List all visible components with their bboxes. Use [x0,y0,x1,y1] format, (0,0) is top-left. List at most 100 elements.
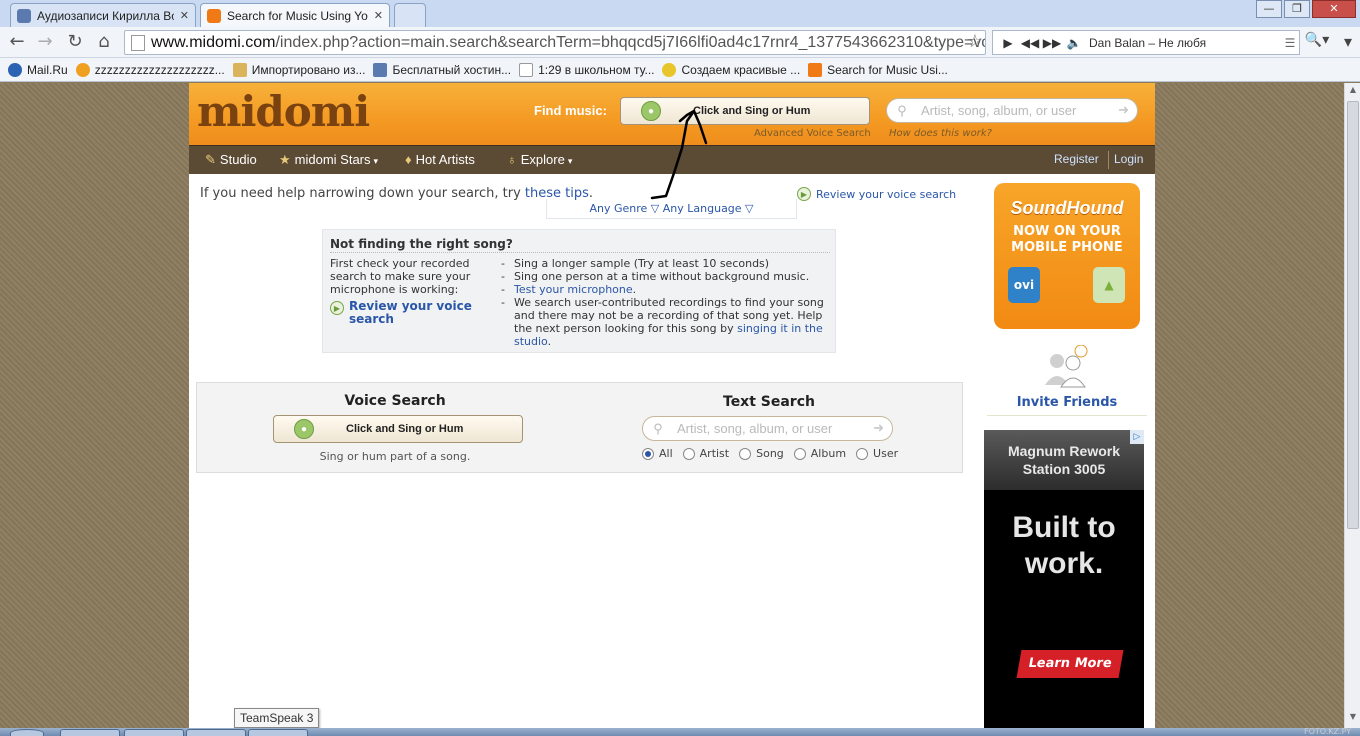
radio-album[interactable]: Album [793,447,847,460]
new-tab-button[interactable] [394,3,426,27]
header-search-input[interactable]: ⚲ Artist, song, album, or user ➜ [886,98,1138,123]
nav-label: midomi Stars [294,152,371,167]
bookmark-star-icon[interactable]: ☆ [967,31,983,52]
taskbar-item[interactable] [124,729,184,736]
forward-button[interactable]: → [34,32,56,54]
folder-icon [232,62,247,77]
radio-artist[interactable]: Artist [682,447,730,460]
tab-title: Search for Music Using Yo [227,8,368,23]
address-bar[interactable]: www.midomi.com/index.php?action=main.sea… [124,30,986,55]
radio-dot [793,447,806,460]
vertical-scrollbar[interactable]: ▲ ▼ [1344,83,1360,728]
taskbar-item[interactable] [248,729,308,736]
radio-all[interactable]: All [642,447,673,460]
help-text: If you need help narrowing down your sea… [200,186,525,201]
close-icon[interactable]: ✕ [180,9,189,22]
nav-explore[interactable]: ♁ Explore ▾ [507,152,572,167]
scroll-down-icon[interactable]: ▼ [1345,712,1360,726]
bookmark-school[interactable]: 1:29 в школьном ту... [519,62,655,77]
voice-search-button[interactable]: ● Click and Sing or Hum [273,415,523,443]
register-link[interactable]: Register [1054,152,1099,166]
test-microphone-link[interactable]: Test your microphone [514,283,633,296]
soundhound-ad[interactable]: SoundHound NOW ON YOUR MOBILE PHONE ovi … [994,183,1140,329]
pen-icon: ✎ [205,152,216,167]
how-it-works-link[interactable]: How does this work? [889,128,992,139]
text-search-title: Text Search [723,394,815,410]
apple-icon [1051,267,1083,303]
volume-icon[interactable]: 🔈 [1063,36,1085,50]
tips-intro: First check your recorded search to make… [330,257,471,296]
radio-user[interactable]: User [856,447,898,460]
right-sidebar: SoundHound NOW ON YOUR MOBILE PHONE ovi … [979,175,1155,728]
minimize-button[interactable]: — [1256,0,1282,18]
taskbar-item[interactable] [186,729,246,736]
bookmark-label: 1:29 в школьном ту... [538,62,655,77]
play-icon[interactable]: ▶ [997,36,1019,50]
page-icon [131,34,145,51]
android-icon: ▲ [1093,267,1125,303]
radio-label: Artist [699,447,730,460]
radio-label: Album [810,447,847,460]
review-voice-search-link[interactable]: ▶ Review your voice search [797,187,956,201]
reload-button[interactable]: ↻ [64,32,86,54]
chevron-down-icon: ▾ [373,156,379,166]
previous-track-icon[interactable]: ◀◀ [1019,36,1041,50]
search-placeholder: Artist, song, album, or user [677,421,833,436]
search-icon: ⚲ [653,420,663,436]
scroll-thumb[interactable] [1347,101,1359,529]
start-button[interactable] [10,729,44,736]
tip-text: Sing one person at a time without backgr… [514,270,810,283]
home-button[interactable]: ⌂ [93,32,115,54]
tips-list: Sing a longer sample (Try at least 10 se… [501,257,831,348]
close-window-button[interactable]: ✕ [1312,0,1356,18]
scroll-up-icon[interactable]: ▲ [1345,85,1360,99]
bookmark-folder-imported[interactable]: Импортировано из... [232,62,365,77]
drawn-arrow-annotation [650,109,708,200]
bookmark-label: Search for Music Usi... [827,62,948,77]
next-track-icon[interactable]: ▶▶ [1041,36,1063,50]
ad-choices-icon[interactable]: ▷ [1130,430,1144,444]
ad-slogan: Built to work. [1012,511,1116,580]
taskbar-item[interactable] [60,729,120,736]
bookmark-label: zzzzzzzzzzzzzzzzzzzz... [94,62,225,77]
help-message: If you need help narrowing down your sea… [200,186,593,201]
nav-studio[interactable]: ✎ Studio [205,152,257,168]
midomi-logo[interactable]: midomi [197,87,370,136]
invite-friends[interactable]: Invite Friends [979,345,1155,417]
radio-dot [682,447,695,460]
go-arrow-icon[interactable]: ➜ [1118,102,1129,118]
advanced-voice-search-link[interactable]: Advanced Voice Search [754,128,871,139]
maximize-button[interactable]: ❐ [1284,0,1310,18]
text-search-input[interactable]: ⚲ Artist, song, album, or user ➜ [642,416,893,441]
bookmark-create[interactable]: Создаем красивые ... [662,62,800,77]
tips-review-link[interactable]: ▶ Review your voice search [330,300,490,326]
radio-song[interactable]: Song [739,447,784,460]
back-button[interactable]: ← [6,32,28,54]
wrench-menu-icon[interactable]: ▾ [1338,32,1358,54]
bookmark-mailru[interactable]: Mail.Ru [8,62,68,77]
language-filter[interactable]: Any Language ▽ [663,202,754,215]
radio-label: Song [756,447,784,460]
close-icon[interactable]: ✕ [374,9,383,22]
player-menu-icon[interactable]: ☰ [1281,36,1299,50]
radiation-icon [662,62,677,77]
login-link[interactable]: Login [1114,152,1143,166]
tip-text: Sing a longer sample (Try at least 10 se… [514,257,770,270]
go-arrow-icon[interactable]: ➜ [873,420,884,436]
bookmark-hosting[interactable]: Бесплатный хостин... [373,62,511,77]
nav-hot-artists[interactable]: ♦ Hot Artists [405,152,475,167]
learn-more-button[interactable]: Learn More [1016,650,1124,678]
nav-midomi-stars[interactable]: ★ midomi Stars ▾ [279,152,378,168]
camera-icon [373,62,388,77]
nav-label: Hot Artists [415,152,475,167]
search-menu-button[interactable]: 🔍▾ [1302,32,1332,54]
magnum-advertisement[interactable]: Magnum Rework Station 3005 ▷ Built to wo… [984,430,1144,728]
bookmark-midomi[interactable]: Search for Music Usi... [808,62,948,77]
tips-box: Not finding the right song? First check … [322,229,836,353]
tab-midomi[interactable]: Search for Music Using Yo ✕ [200,3,390,27]
bookmark-zzz[interactable]: zzzzzzzzzzzzzzzzzzzz... [75,62,225,77]
tab-vk-audio[interactable]: Аудиозаписи Кирилла Во ✕ [10,3,196,27]
genre-filter[interactable]: Any Genre ▽ [589,202,659,215]
window-controls: — ❐ ✕ [1254,0,1356,18]
ad-title: Magnum Rework Station 3005 [1007,443,1120,477]
